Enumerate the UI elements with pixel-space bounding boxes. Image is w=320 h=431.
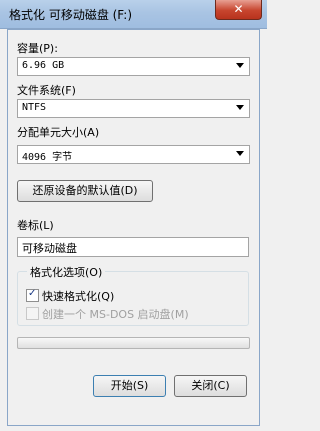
allocation-value: 4096 字节	[22, 152, 73, 163]
start-button[interactable]: 开始(S)	[93, 375, 166, 397]
close-icon: ✕	[233, 2, 244, 16]
msdos-boot-checkbox[interactable]	[26, 307, 39, 320]
window-title: 格式化 可移动磁盘 (F:)	[9, 8, 133, 22]
capacity-value: 6.96 GB	[22, 60, 65, 71]
filesystem-dropdown[interactable]: NTFS	[17, 99, 250, 118]
allocation-label: 分配单元大小(A)	[17, 126, 100, 139]
volume-label-value: 可移动磁盘	[22, 242, 77, 255]
close-button[interactable]: 关闭(C)	[174, 375, 247, 397]
capacity-dropdown[interactable]: 6.96 GB	[17, 57, 250, 76]
restore-defaults-button[interactable]: 还原设备的默认值(D)	[17, 180, 153, 202]
format-options-legend: 格式化选项(O)	[27, 264, 106, 280]
filesystem-value: NTFS	[22, 102, 47, 113]
filesystem-label: 文件系统(F)	[17, 84, 76, 97]
quick-format-label: 快速格式化(Q)	[42, 290, 115, 303]
volume-label-input[interactable]: 可移动磁盘	[17, 237, 249, 257]
chevron-down-icon	[236, 151, 244, 156]
title-bar: 格式化 可移动磁盘 (F:) ✕	[0, 0, 267, 29]
chevron-down-icon	[236, 105, 244, 110]
msdos-boot-label: 创建一个 MS-DOS 启动盘(M)	[42, 308, 189, 321]
volume-label-label: 卷标(L)	[17, 219, 54, 232]
capacity-label: 容量(P):	[17, 42, 58, 55]
close-window-button[interactable]: ✕	[215, 0, 262, 20]
chevron-down-icon	[236, 63, 244, 68]
allocation-dropdown[interactable]: 4096 字节	[17, 145, 250, 164]
quick-format-checkbox[interactable]	[26, 288, 39, 302]
format-progress-bar	[17, 337, 250, 349]
